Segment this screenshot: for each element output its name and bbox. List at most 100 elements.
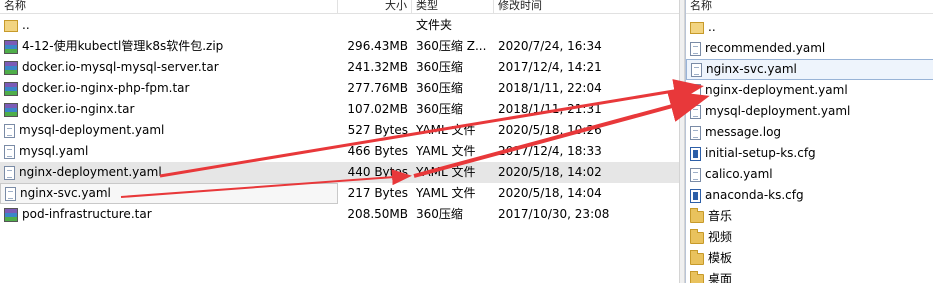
file-type: YAML 文件 (416, 165, 476, 179)
file-size: 277.76MB (347, 81, 408, 95)
file-size: 208.50MB (347, 207, 408, 221)
file-type: 360压缩 (416, 60, 463, 74)
file-name: docker.io-nginx.tar (22, 102, 135, 116)
file-modified-date: 2018/1/11, 22:04 (498, 81, 602, 95)
remote-file-name: nginx-svc.yaml (706, 62, 797, 76)
remote-file-row[interactable]: message.log (686, 122, 933, 143)
file-name-cell: docker.io-nginx-php-fpm.tar (0, 78, 338, 99)
yaml-file-icon (690, 83, 701, 98)
remote-file-name-cell: 模板 (686, 248, 933, 269)
remote-file-row[interactable]: nginx-svc.yaml (686, 59, 933, 80)
file-size: 107.02MB (347, 102, 408, 116)
file-name-cell: pod-infrastructure.tar (0, 204, 338, 225)
file-type: YAML 文件 (416, 144, 476, 158)
remote-file-name: 视频 (708, 230, 733, 244)
remote-file-name-cell: calico.yaml (686, 164, 933, 185)
file-name-cell: .. (0, 15, 338, 36)
file-size: 217 Bytes (347, 186, 408, 200)
file-modified-date: 2020/5/18, 14:04 (498, 186, 602, 200)
file-type: 360压缩 Z... (416, 39, 487, 53)
column-header-date[interactable]: 修改时间 (494, 0, 679, 14)
remote-file-name: nginx-deployment.yaml (705, 83, 848, 97)
file-size: 466 Bytes (347, 144, 408, 158)
remote-file-list[interactable]: 名称 .. recommended.yaml nginx-svc.yaml nginx… (685, 0, 933, 283)
file-name: nginx-svc.yaml (20, 186, 111, 200)
remote-file-name-cell: message.log (686, 122, 933, 143)
parent-folder-icon (690, 21, 704, 34)
file-name: .. (22, 18, 30, 32)
remote-file-name: 桌面 (708, 272, 733, 283)
remote-file-name-cell: .. (686, 17, 933, 38)
yaml-file-icon (4, 123, 15, 138)
file-size: 527 Bytes (347, 123, 408, 137)
file-name: 4-12-使用kubectl管理k8s软件包.zip (22, 39, 224, 53)
file-type: 360压缩 (416, 102, 463, 116)
file-type: 360压缩 (416, 207, 463, 221)
file-row[interactable]: docker.io-nginx-php-fpm.tar 277.76MB 360压缩… (0, 78, 679, 99)
remote-file-row[interactable]: nginx-deployment.yaml (686, 80, 933, 101)
yaml-file-icon (4, 144, 15, 159)
yaml-file-icon (691, 62, 702, 77)
file-type: 文件夹 (416, 18, 453, 32)
yaml-file-icon (690, 41, 701, 56)
file-name: docker.io-nginx-php-fpm.tar (22, 81, 190, 95)
config-file-icon (690, 188, 701, 203)
file-name: mysql-deployment.yaml (19, 123, 165, 137)
column-header-name[interactable]: 名称 (0, 0, 338, 14)
remote-file-row[interactable]: .. (686, 17, 933, 38)
file-name: nginx-deployment.yaml (19, 165, 162, 179)
folder-icon (690, 228, 704, 244)
remote-file-row[interactable]: 模板 (686, 248, 933, 269)
remote-file-row[interactable]: initial-setup-ks.cfg (686, 143, 933, 164)
file-row[interactable]: mysql-deployment.yaml 527 Bytes YAML 文件 202… (0, 120, 679, 141)
config-file-icon (690, 146, 701, 161)
yaml-file-icon (4, 165, 15, 180)
folder-icon (690, 249, 704, 265)
column-header-type[interactable]: 类型 (412, 0, 494, 14)
file-row[interactable]: nginx-svc.yaml 217 Bytes YAML 文件 2020/5/18,… (0, 183, 679, 204)
remote-file-row[interactable]: 桌面 (686, 269, 933, 283)
file-modified-date (494, 15, 674, 36)
file-name: pod-infrastructure.tar (22, 207, 152, 221)
remote-file-name: recommended.yaml (705, 41, 826, 55)
file-modified-date: 2017/12/4, 18:33 (498, 144, 602, 158)
local-file-list[interactable]: 名称 大小 类型 修改时间 .. 文件夹 4-12-使用kubectl管理k8s软件… (0, 0, 679, 283)
remote-file-name: 音乐 (708, 209, 733, 223)
file-row[interactable]: 4-12-使用kubectl管理k8s软件包.zip 296.43MB 360压缩 … (0, 36, 679, 57)
file-name-cell: mysql.yaml (0, 141, 338, 162)
file-size: 440 Bytes (347, 165, 408, 179)
file-modified-date: 2017/10/30, 23:08 (498, 207, 610, 221)
remote-file-name: mysql-deployment.yaml (705, 104, 851, 118)
file-row[interactable]: nginx-deployment.yaml 440 Bytes YAML 文件 202… (0, 162, 679, 183)
remote-file-row[interactable]: recommended.yaml (686, 38, 933, 59)
remote-file-name: initial-setup-ks.cfg (705, 146, 816, 160)
remote-file-row[interactable]: anaconda-ks.cfg (686, 185, 933, 206)
file-modified-date: 2018/1/11, 21:31 (498, 102, 602, 116)
column-header-size[interactable]: 大小 (338, 0, 412, 14)
remote-file-name: message.log (705, 125, 782, 139)
remote-file-name: .. (708, 20, 716, 34)
file-name-cell: nginx-deployment.yaml (0, 162, 338, 183)
text-file-icon (690, 125, 701, 140)
remote-file-row[interactable]: calico.yaml (686, 164, 933, 185)
parent-folder-icon (4, 19, 18, 32)
file-row[interactable]: .. 文件夹 (0, 15, 679, 36)
archive-icon (4, 207, 18, 222)
file-row[interactable]: docker.io-nginx.tar 107.02MB 360压缩 2018/1/1… (0, 99, 679, 120)
remote-file-name-cell: nginx-svc.yaml (686, 59, 933, 80)
folder-icon (690, 270, 704, 283)
file-size: 296.43MB (347, 39, 408, 53)
remote-file-row[interactable]: 音乐 (686, 206, 933, 227)
remote-file-row[interactable]: 视频 (686, 227, 933, 248)
file-name-cell: docker.io-nginx.tar (0, 99, 338, 120)
file-row[interactable]: pod-infrastructure.tar 208.50MB 360压缩 2017/… (0, 204, 679, 225)
yaml-file-icon (5, 186, 16, 201)
file-name: mysql.yaml (19, 144, 89, 158)
column-header-name[interactable]: 名称 (686, 0, 933, 14)
file-row[interactable]: docker.io-mysql-mysql-server.tar 241.32MB… (0, 57, 679, 78)
remote-file-row[interactable]: mysql-deployment.yaml (686, 101, 933, 122)
remote-file-name-cell: initial-setup-ks.cfg (686, 143, 933, 164)
remote-file-name-cell: 视频 (686, 227, 933, 248)
file-row[interactable]: mysql.yaml 466 Bytes YAML 文件 2017/12/4, 18:… (0, 141, 679, 162)
remote-file-name-cell: 音乐 (686, 206, 933, 227)
